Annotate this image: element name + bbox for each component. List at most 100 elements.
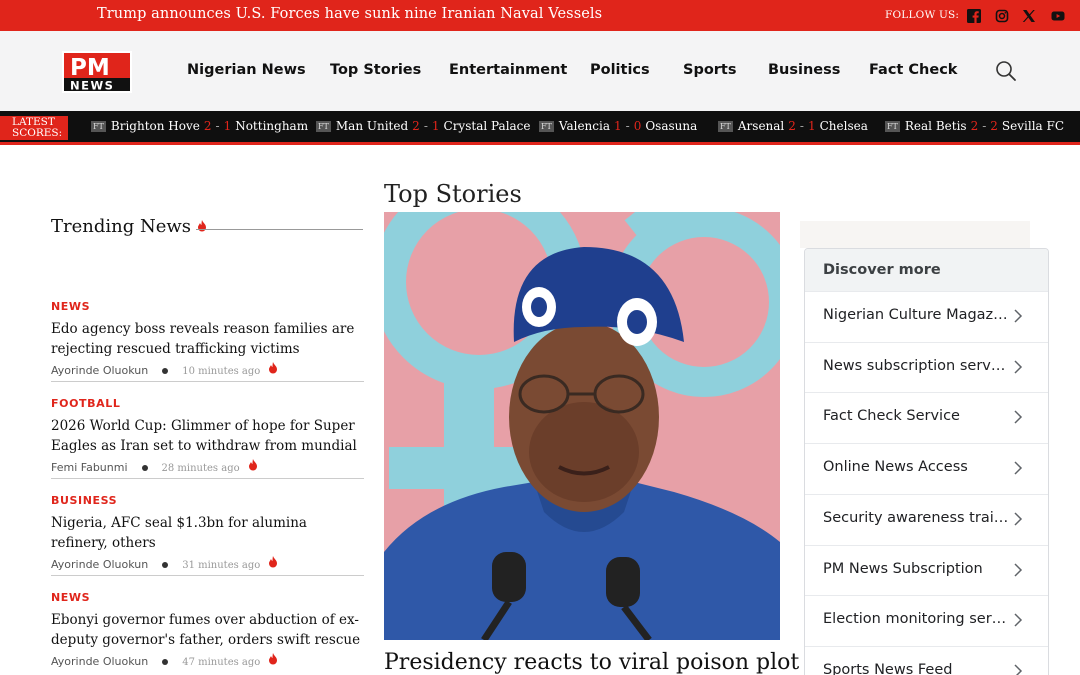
away-team: Crystal Palace xyxy=(443,119,531,133)
trending-item[interactable]: NEWS Ebonyi governor fumes over abductio… xyxy=(51,591,364,668)
discover-item[interactable]: Nigerian Culture Magazines xyxy=(805,291,1048,342)
flame-icon xyxy=(268,653,278,665)
discover-item-label: PM News Subscription xyxy=(823,560,983,577)
facebook-icon[interactable] xyxy=(967,9,981,23)
discover-more-panel: Discover more Nigerian Culture Magazines… xyxy=(804,248,1049,675)
item-divider xyxy=(51,478,364,479)
ad-placeholder xyxy=(800,221,1030,248)
category-label[interactable]: NEWS xyxy=(51,591,364,604)
category-label[interactable]: NEWS xyxy=(51,300,364,313)
away-team: Osasuna xyxy=(645,119,698,133)
chevron-right-icon xyxy=(1012,409,1024,424)
separator-dot xyxy=(141,464,148,471)
discover-item[interactable]: Online News Access xyxy=(805,443,1048,494)
home-team: Arsenal xyxy=(737,119,785,133)
discover-item[interactable]: Sports News Feed xyxy=(805,645,1048,675)
discover-item-label: Sports News Feed xyxy=(823,661,953,675)
item-divider xyxy=(51,381,364,382)
pm-news-logo[interactable]: PM NEWS xyxy=(62,51,132,93)
time-ago: 31 minutes ago xyxy=(182,560,261,571)
breaking-news-bar: Trump announces U.S. Forces have sunk ni… xyxy=(0,0,1080,31)
youtube-icon[interactable] xyxy=(1051,9,1065,23)
author-name[interactable]: Femi Fabunmi xyxy=(51,461,128,474)
flame-icon xyxy=(197,216,207,232)
discover-item[interactable]: News subscription services xyxy=(805,341,1048,393)
chevron-right-icon xyxy=(1012,359,1024,374)
discover-item[interactable]: Security awareness training xyxy=(805,493,1048,545)
trending-news-heading: Trending News xyxy=(51,216,207,237)
author-name[interactable]: Ayorinde Oluokun xyxy=(51,558,148,571)
away-team: Chelsea xyxy=(819,119,868,133)
category-label[interactable]: BUSINESS xyxy=(51,494,364,507)
x-icon[interactable] xyxy=(1022,9,1036,23)
trending-item[interactable]: BUSINESS Nigeria, AFC seal $1.3bn for al… xyxy=(51,494,364,571)
away-score: 2 xyxy=(990,119,998,133)
nav-entertainment[interactable]: Entertainment xyxy=(449,62,567,78)
discover-more-title: Discover more xyxy=(805,249,1048,291)
breaking-headline[interactable]: Trump announces U.S. Forces have sunk ni… xyxy=(97,6,602,22)
nav-sports[interactable]: Sports xyxy=(683,62,737,78)
home-team: Valencia xyxy=(558,119,610,133)
trending-news-title: Trending News xyxy=(51,216,192,237)
author-name[interactable]: Ayorinde Oluokun xyxy=(51,655,148,668)
author-name[interactable]: Ayorinde Oluokun xyxy=(51,364,148,377)
chevron-right-icon xyxy=(1012,562,1024,577)
category-label[interactable]: FOOTBALL xyxy=(51,397,364,410)
instagram-icon[interactable] xyxy=(995,9,1009,23)
trending-item[interactable]: NEWS Edo agency boss reveals reason fami… xyxy=(51,300,364,377)
time-ago: 10 minutes ago xyxy=(182,366,261,377)
article-title[interactable]: Ebonyi governor fumes over abduction of … xyxy=(51,611,364,650)
article-meta: Ayorinde Oluokun 47 minutes ago xyxy=(51,653,364,668)
discover-item-label: Nigerian Culture Magazines xyxy=(823,307,1009,323)
discover-item-label: Online News Access xyxy=(823,459,968,476)
home-score: 2 xyxy=(788,119,796,133)
lead-story-image[interactable] xyxy=(384,212,780,640)
chevron-right-icon xyxy=(1012,460,1024,475)
chevron-right-icon xyxy=(1012,663,1024,675)
nav-politics[interactable]: Politics xyxy=(590,62,650,78)
score-item[interactable]: FT Real Betis 2-2 Sevilla FC xyxy=(885,119,1064,135)
chevron-right-icon xyxy=(1012,612,1024,627)
article-title[interactable]: Edo agency boss reveals reason families … xyxy=(51,320,364,359)
discover-item[interactable]: Election monitoring services xyxy=(805,595,1048,646)
away-score: 1 xyxy=(807,119,816,133)
heading-divider xyxy=(196,229,363,230)
score-item[interactable]: FT Valencia 1-0 Osasuna xyxy=(539,119,697,135)
discover-item-label: News subscription services xyxy=(823,357,1009,374)
away-team: Sevilla FC xyxy=(1001,119,1065,133)
away-team: Nottingham xyxy=(235,119,309,133)
article-title[interactable]: Nigeria, AFC seal $1.3bn for alumina ref… xyxy=(51,514,364,553)
flame-icon xyxy=(268,556,278,568)
flame-icon xyxy=(268,362,278,374)
lead-story-headline[interactable]: Presidency reacts to viral poison plot xyxy=(384,650,799,675)
match-status-badge: FT xyxy=(718,121,733,132)
article-title[interactable]: 2026 World Cup: Glimmer of hope for Supe… xyxy=(51,417,364,456)
away-score: 0 xyxy=(633,119,642,133)
time-ago: 28 minutes ago xyxy=(161,463,240,474)
top-stories-heading: Top Stories xyxy=(384,180,522,208)
score-item[interactable]: FT Brighton Hove 2-1 Nottingham xyxy=(91,119,308,135)
nav-top-stories[interactable]: Top Stories xyxy=(330,62,421,78)
discover-item[interactable]: PM News Subscription xyxy=(805,544,1048,596)
flame-icon xyxy=(248,459,258,471)
chevron-right-icon xyxy=(1012,308,1024,323)
score-item[interactable]: FT Arsenal 2-1 Chelsea xyxy=(718,119,868,135)
article-meta: Ayorinde Oluokun 10 minutes ago xyxy=(51,362,364,377)
search-icon[interactable] xyxy=(995,60,1017,82)
nav-fact-check[interactable]: Fact Check xyxy=(869,62,957,78)
latest-scores-label: LATEST SCORES: xyxy=(0,116,68,140)
match-status-badge: FT xyxy=(316,121,331,132)
nav-business[interactable]: Business xyxy=(768,62,840,78)
nav-nigerian-news[interactable]: Nigerian News xyxy=(187,62,306,78)
follow-us-label: FOLLOW US: xyxy=(885,9,960,21)
match-status-badge: FT xyxy=(885,121,900,132)
home-score: 1 xyxy=(614,119,622,133)
trending-item[interactable]: FOOTBALL 2026 World Cup: Glimmer of hope… xyxy=(51,397,364,474)
item-divider xyxy=(51,575,364,576)
svg-text:PM: PM xyxy=(70,55,110,81)
score-item[interactable]: FT Man United 2-1 Crystal Palace xyxy=(316,119,531,135)
discover-item-label: Fact Check Service xyxy=(823,408,960,425)
time-ago: 47 minutes ago xyxy=(182,657,261,668)
discover-item[interactable]: Fact Check Service xyxy=(805,392,1048,443)
article-meta: Femi Fabunmi 28 minutes ago xyxy=(51,459,364,474)
